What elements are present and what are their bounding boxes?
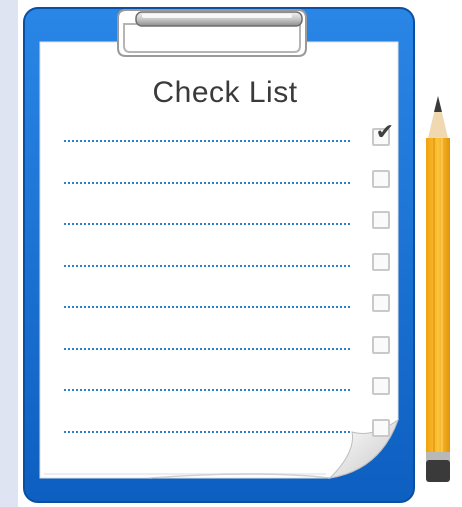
checkbox: [372, 377, 390, 395]
dotted-line: [64, 223, 350, 225]
checkbox: [372, 211, 390, 229]
dotted-line: [64, 181, 350, 184]
dotted-line: [64, 264, 350, 267]
page-title: Check List: [152, 76, 298, 109]
checkmark-icon: ✔: [375, 120, 394, 145]
checklist-item: [64, 335, 390, 356]
checklist-item: [64, 418, 390, 439]
checkbox: [372, 252, 390, 271]
checklist-item: ✔: [64, 122, 394, 148]
dotted-line: [64, 306, 350, 308]
dotted-line: [64, 389, 350, 391]
checkbox: [372, 335, 390, 354]
clipboard-clip-icon: [117, 9, 307, 57]
checklist-item: [64, 252, 390, 273]
checklist-illustration: Check List ✔: [0, 0, 462, 507]
dotted-line: [64, 140, 350, 142]
checkbox: [372, 294, 390, 312]
dotted-line: [64, 430, 350, 433]
checkbox: [372, 169, 390, 188]
pencil-icon: [426, 96, 450, 482]
checklist-item: [64, 294, 390, 314]
dotted-line: [64, 347, 350, 350]
checklist-item: [64, 211, 390, 231]
checkbox: [372, 418, 390, 437]
checklist-item: [64, 169, 390, 190]
checklist-item: [64, 377, 390, 397]
